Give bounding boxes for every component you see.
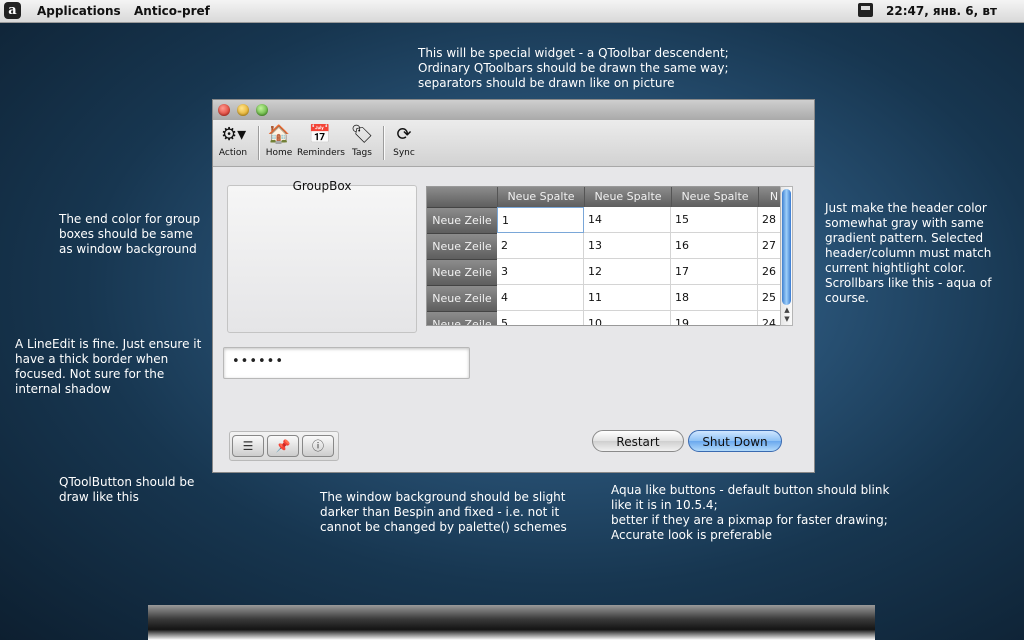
- window-toolbar: ⚙▾ Action 🏠 Home 📅 Reminders 🏷 Tags ⟳ Sy…: [213, 120, 814, 167]
- antico-logo-icon[interactable]: a: [4, 2, 21, 19]
- column-header[interactable]: N: [758, 187, 781, 207]
- scroll-up-arrow-icon[interactable]: ▲: [782, 306, 792, 314]
- top-menubar: a Applications Antico-pref 22:47, янв. 6…: [0, 0, 1024, 23]
- table-cell[interactable]: 18: [671, 285, 758, 311]
- table-cell[interactable]: 19: [671, 311, 758, 325]
- tag-icon: 🏷: [350, 124, 374, 145]
- table-cell[interactable]: 5: [497, 311, 584, 325]
- toolbar-separator: [258, 126, 260, 160]
- minimize-button[interactable]: [237, 104, 249, 116]
- toolbar-tags-label: Tags: [352, 148, 372, 158]
- group-box: GroupBox: [227, 179, 417, 333]
- note-lineedit: A LineEdit is fine. Just ensure it have …: [15, 337, 202, 396]
- table-cell[interactable]: 3: [497, 259, 584, 285]
- table-cell-selected[interactable]: 1: [497, 207, 584, 233]
- toolbar-action-button[interactable]: ⚙▾ Action: [217, 124, 249, 158]
- row-header[interactable]: Neue Zeile: [427, 285, 497, 311]
- calendar-icon: 📅: [308, 124, 332, 145]
- window-titlebar[interactable]: [213, 100, 814, 120]
- dock-panel[interactable]: [148, 605, 875, 640]
- row-header[interactable]: Neue Zeile: [427, 311, 497, 325]
- column-header[interactable]: Neue Spalte: [497, 187, 584, 207]
- restart-button[interactable]: Restart: [592, 430, 684, 452]
- note-toolbar: This will be special widget - a QToolbar…: [418, 46, 729, 90]
- close-button[interactable]: [218, 104, 230, 116]
- battery-icon[interactable]: [858, 3, 873, 17]
- list-tool-button[interactable]: ☰: [232, 435, 264, 457]
- password-field[interactable]: ••••••: [223, 347, 470, 379]
- table-cell[interactable]: 14: [584, 207, 671, 233]
- note-background: The window background should be slight d…: [320, 490, 567, 534]
- gear-icon: ⚙▾: [221, 124, 247, 145]
- table-cell[interactable]: 11: [584, 285, 671, 311]
- zoom-button[interactable]: [256, 104, 268, 116]
- table-cell[interactable]: 12: [584, 259, 671, 285]
- table-cell[interactable]: 25: [758, 285, 781, 311]
- table-cell[interactable]: 27: [758, 233, 781, 259]
- row-header[interactable]: Neue Zeile: [427, 207, 497, 233]
- shutdown-button[interactable]: Shut Down: [688, 430, 782, 452]
- toolbar-reminders-label: Reminders: [297, 148, 345, 158]
- note-groupbox: The end color for group boxes should be …: [59, 212, 201, 256]
- table-cell[interactable]: 2: [497, 233, 584, 259]
- sync-icon: ⟳: [396, 124, 412, 145]
- note-header: Just make the header color somewhat gray…: [825, 201, 992, 305]
- toolbar-action-label: Action: [218, 148, 248, 158]
- note-toolbutton: QToolButton should be draw like this: [59, 475, 195, 504]
- toolbar-reminders-button[interactable]: 📅 Reminders: [297, 124, 345, 158]
- data-table[interactable]: Neue Spalte Neue Spalte Neue Spalte N Ne…: [426, 186, 782, 326]
- column-header[interactable]: Neue Spalte: [584, 187, 671, 207]
- home-icon: 🏠: [267, 124, 291, 145]
- toolbar-sync-label: Sync: [393, 148, 415, 158]
- row-header[interactable]: Neue Zeile: [427, 259, 497, 285]
- vertical-scrollbar[interactable]: ▲ ▼: [780, 186, 793, 326]
- group-box-title: GroupBox: [292, 179, 352, 193]
- pin-icon: 📌: [275, 439, 291, 453]
- preferences-window: ⚙▾ Action 🏠 Home 📅 Reminders 🏷 Tags ⟳ Sy…: [212, 99, 815, 473]
- clock[interactable]: 22:47, янв. 6, вт: [886, 4, 997, 18]
- table-cell[interactable]: 10: [584, 311, 671, 325]
- note-aqua-buttons: Aqua like buttons - default button shoul…: [611, 483, 890, 542]
- table-cell[interactable]: 4: [497, 285, 584, 311]
- list-icon: ☰: [242, 439, 254, 453]
- toolbar-separator: [383, 126, 385, 160]
- scroll-down-arrow-icon[interactable]: ▼: [782, 315, 792, 323]
- row-header[interactable]: Neue Zeile: [427, 233, 497, 259]
- toolbar-home-button[interactable]: 🏠 Home: [265, 124, 293, 158]
- table-cell[interactable]: 24: [758, 311, 781, 325]
- table-cell[interactable]: 17: [671, 259, 758, 285]
- toolbar-home-label: Home: [265, 148, 293, 158]
- table-cell[interactable]: 28: [758, 207, 781, 233]
- table-cell[interactable]: 13: [584, 233, 671, 259]
- table-cell[interactable]: 26: [758, 259, 781, 285]
- menu-applications[interactable]: Applications: [37, 4, 121, 18]
- info-icon: ⓘ: [311, 439, 324, 453]
- menu-app-name[interactable]: Antico-pref: [134, 4, 210, 18]
- table-cell[interactable]: 15: [671, 207, 758, 233]
- info-tool-button[interactable]: ⓘ: [302, 435, 334, 457]
- column-header[interactable]: Neue Spalte: [671, 187, 758, 207]
- tool-button-group: ☰ 📌 ⓘ: [229, 431, 339, 461]
- toolbar-tags-button[interactable]: 🏷 Tags: [349, 124, 375, 158]
- table-cell[interactable]: 16: [671, 233, 758, 259]
- pin-tool-button[interactable]: 📌: [267, 435, 299, 457]
- toolbar-sync-button[interactable]: ⟳ Sync: [391, 124, 417, 158]
- scrollbar-thumb[interactable]: [782, 189, 791, 305]
- table-corner[interactable]: [427, 187, 497, 207]
